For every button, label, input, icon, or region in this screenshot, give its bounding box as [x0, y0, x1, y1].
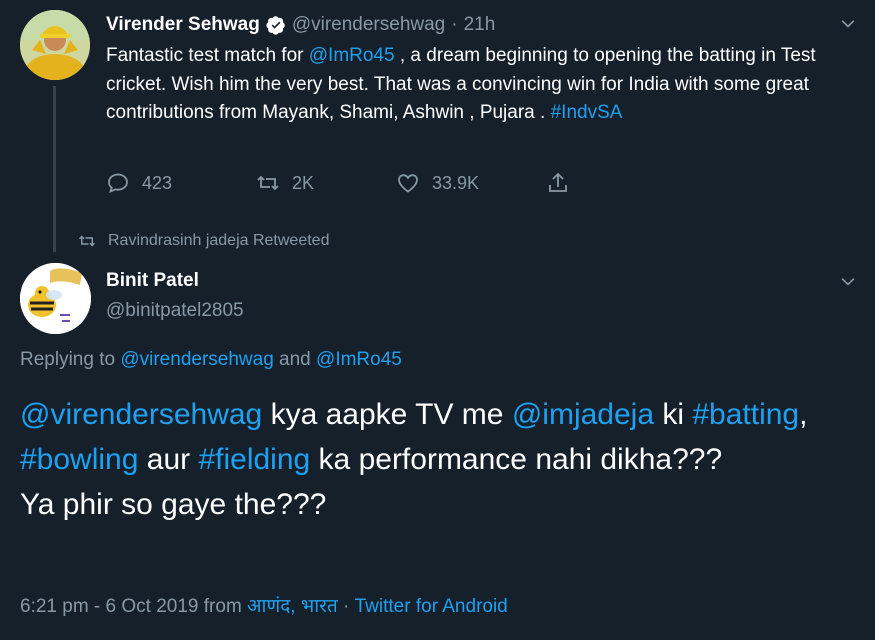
tweet-text-segment: ki [654, 398, 693, 431]
avatar-virender-sehwag[interactable] [20, 10, 90, 80]
mention-link[interactable]: @ImRo45 [309, 45, 395, 66]
chevron-down-icon[interactable] [838, 272, 858, 292]
reply-mention-link[interactable]: @virendersehwag [120, 349, 273, 370]
retweet-button[interactable]: 2K [256, 171, 396, 195]
retweet-count: 2K [292, 172, 315, 193]
tweet-text-segment: aur [138, 443, 199, 476]
tweet-text: Fantastic test match for @ImRo45 , a dre… [106, 42, 846, 128]
tweet-header: Virender Sehwag @virendersehwag · 21h [106, 10, 495, 40]
tweet-timestamp[interactable]: 21h [464, 14, 496, 36]
mention-link[interactable]: @virendersehwag [20, 398, 262, 431]
thread-line [53, 86, 56, 252]
replying-prefix: Replying to [20, 349, 121, 370]
author-name[interactable]: Virender Sehwag [106, 14, 260, 36]
tweet-text: @virendersehwag kya aapke TV me @imjadej… [20, 392, 860, 527]
location-link[interactable]: आणंद, भारत [247, 596, 338, 617]
meta-separator: · [337, 596, 355, 617]
author-handle[interactable]: @binitpatel2805 [106, 300, 244, 322]
hashtag-link[interactable]: #batting [692, 398, 799, 431]
retweeted-by-label[interactable]: Ravindrasinh jadeja Retweeted [108, 232, 329, 250]
share-button[interactable] [546, 171, 582, 195]
replying-and: and [273, 349, 317, 370]
replying-to: Replying to @virendersehwag and @ImRo45 [20, 349, 402, 371]
separator-dot: · [451, 14, 458, 35]
tweet-text-segment: , [799, 398, 808, 431]
like-button[interactable]: 33.9K [396, 171, 546, 195]
hashtag-link[interactable]: #fielding [198, 443, 310, 476]
tweet-meta: 6:21 pm - 6 Oct 2019 from आणंद, भारत · T… [20, 592, 508, 618]
tweet-actions: 423 2K 33.9K [106, 168, 606, 198]
retweet-icon [257, 175, 279, 191]
tweet-text-segment: Ya phir so gaye the??? [20, 488, 327, 521]
retweet-context: Ravindrasinh jadeja Retweeted [78, 228, 329, 254]
chevron-down-icon[interactable] [838, 14, 858, 34]
reply-icon [108, 173, 128, 194]
author-handle[interactable]: @virendersehwag [292, 14, 445, 36]
tweet-text-segment: Fantastic test match for [106, 45, 309, 66]
retweet-icon [78, 235, 96, 247]
like-icon [398, 174, 418, 193]
reply-count: 423 [142, 172, 173, 193]
tweet-timestamp[interactable]: 6:21 pm - 6 Oct 2019 from [20, 596, 247, 617]
verified-badge-icon [266, 16, 285, 35]
share-icon [549, 172, 567, 192]
reply-button[interactable]: 423 [106, 171, 256, 195]
mention-link[interactable]: @imjadeja [512, 398, 654, 431]
hashtag-link[interactable]: #bowling [20, 443, 138, 476]
tweet-text-segment: ka performance nahi dikha??? [310, 443, 723, 476]
tweet-text-segment: kya aapke TV me [262, 398, 512, 431]
author-name[interactable]: Binit Patel [106, 270, 199, 292]
reply-mention-link[interactable]: @ImRo45 [316, 349, 402, 370]
avatar-binit-patel[interactable] [20, 263, 91, 334]
tweet-virender-sehwag: Virender Sehwag @virendersehwag · 21h Fa… [0, 0, 875, 260]
like-count: 33.9K [432, 172, 480, 193]
source-link[interactable]: Twitter for Android [355, 596, 508, 617]
hashtag-link[interactable]: #IndvSA [551, 102, 623, 123]
